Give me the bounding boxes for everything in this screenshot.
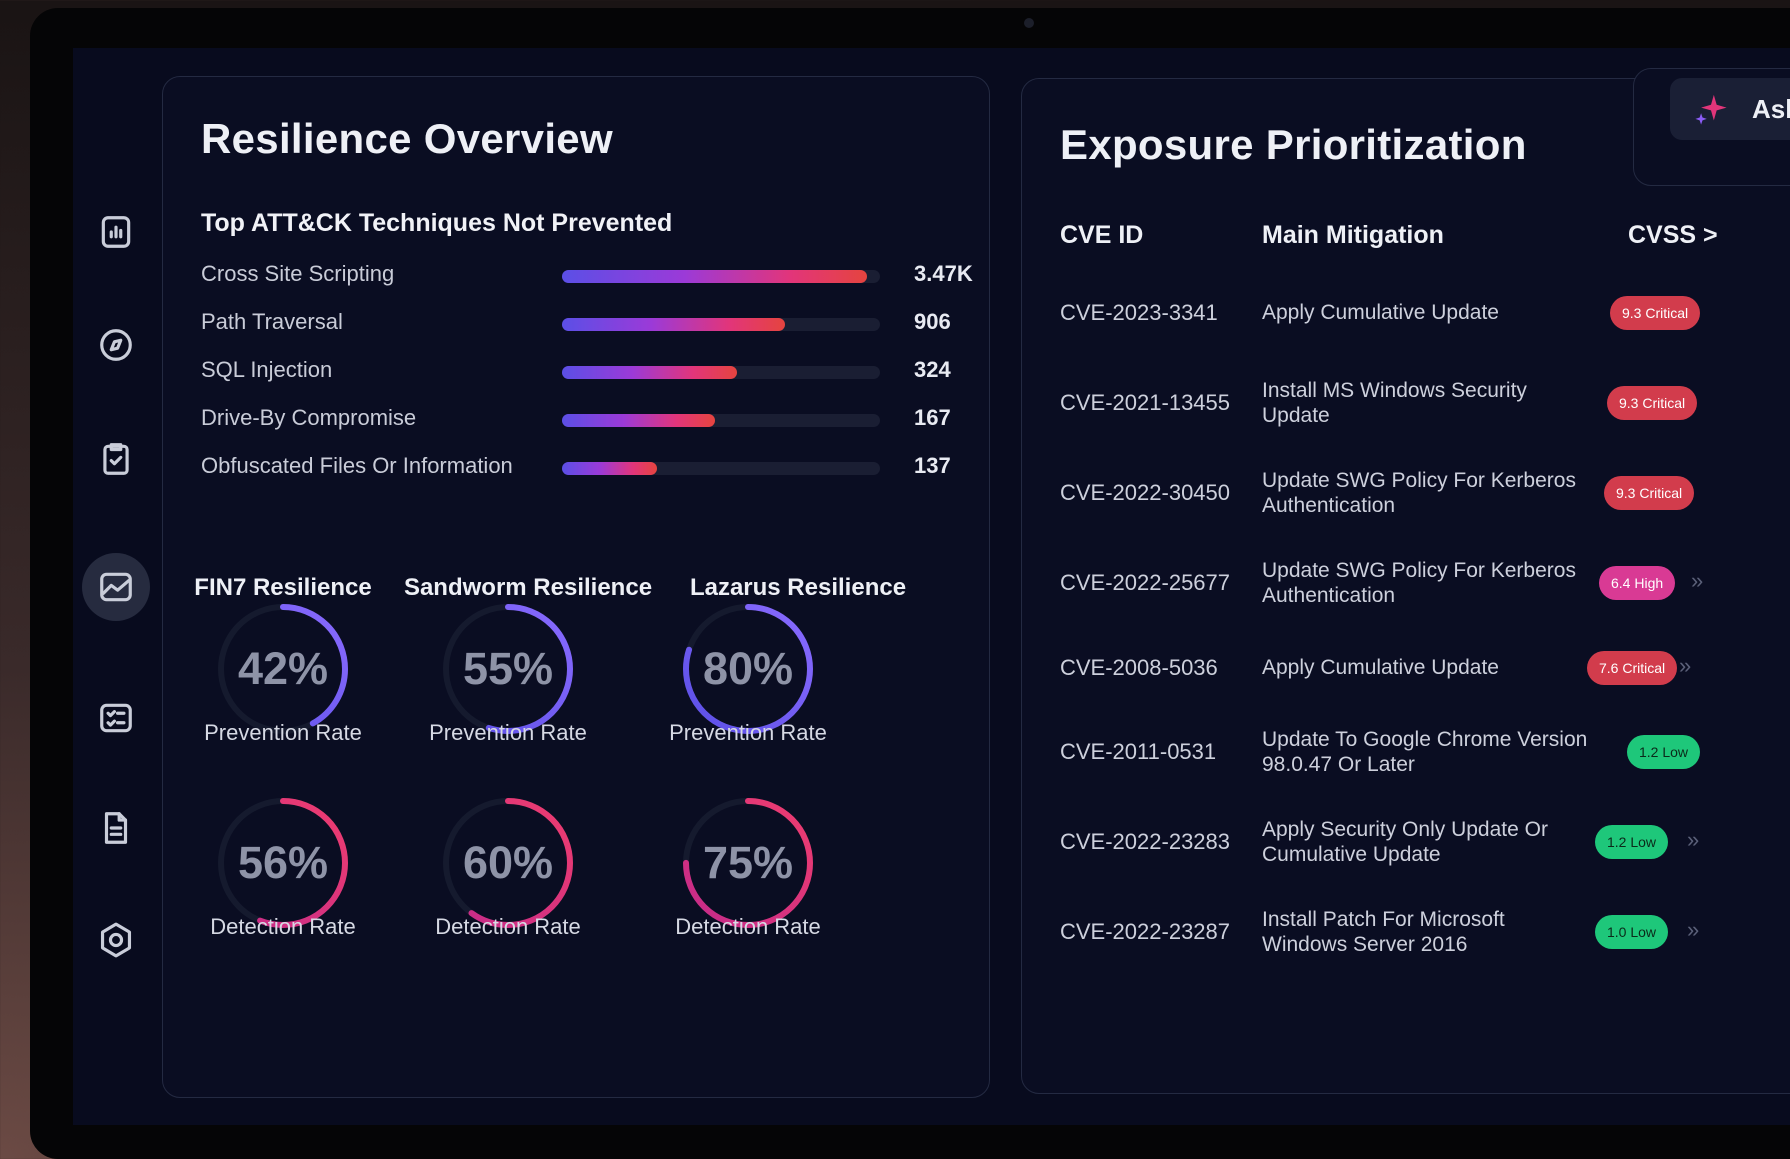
column-cvss[interactable]: CVSS >: [1628, 221, 1718, 250]
technique-label: Cross Site Scripting: [201, 261, 395, 286]
technique-row[interactable]: Obfuscated Files Or Information 137: [201, 447, 981, 487]
prevention-rate-label: Prevention Rate: [204, 720, 362, 745]
cvss-badge[interactable]: 9.3 Critical: [1607, 386, 1698, 420]
resilience-overview-card: Resilience Overview Top ATT&CK Technique…: [162, 76, 990, 1098]
expand-chevron-icon[interactable]: »: [1691, 568, 1703, 594]
prevention-rate-label: Prevention Rate: [429, 720, 587, 745]
mitigation-text: Update To Google Chrome Version 98.0.47 …: [1262, 728, 1588, 776]
camera: [1024, 18, 1034, 28]
cve-id[interactable]: CVE-2022-30450: [1060, 480, 1230, 506]
cve-id[interactable]: CVE-2022-23283: [1060, 829, 1230, 855]
expand-chevron-icon[interactable]: »: [1679, 653, 1691, 679]
technique-bar-track: [562, 414, 880, 427]
sparkle-icon: [1695, 94, 1727, 125]
technique-bar-track: [562, 462, 880, 475]
cvss-badge[interactable]: 6.4 High: [1599, 566, 1676, 600]
mitigation-text: Install MS Windows Security Update: [1262, 379, 1527, 427]
technique-value: 137: [914, 453, 951, 478]
detection-rate-label: Detection Rate: [675, 914, 821, 939]
detection-rate-label: Detection Rate: [435, 914, 581, 939]
technique-bar-track: [562, 366, 880, 379]
cvss-badge[interactable]: 7.6 Critical: [1587, 651, 1678, 685]
document-icon[interactable]: [82, 794, 150, 862]
cvss-badge[interactable]: 9.3 Critical: [1610, 296, 1701, 330]
column-main-mitigation[interactable]: Main Mitigation: [1262, 221, 1444, 250]
bar-chart-icon[interactable]: [82, 198, 150, 266]
ask-label: Ask: [1752, 93, 1790, 124]
cve-id[interactable]: CVE-2011-0531: [1060, 739, 1216, 765]
clipboard-check-icon[interactable]: [82, 425, 150, 493]
app-screen: Resilience Overview Top ATT&CK Technique…: [73, 48, 1790, 1125]
mitigation-text: Install Patch For Microsoft Windows Serv…: [1262, 908, 1505, 956]
mitigation-text: Apply Security Only Update Or Cumulative…: [1262, 818, 1548, 866]
trend-chart-icon[interactable]: [82, 553, 150, 621]
technique-bar-track: [562, 270, 880, 283]
ask-button[interactable]: Ask: [1670, 78, 1790, 140]
exposure-title: Exposure Prioritization: [1060, 121, 1527, 168]
column-cve-id[interactable]: CVE ID: [1060, 221, 1143, 250]
detection-rate-label: Detection Rate: [210, 914, 356, 939]
settings-icon[interactable]: [82, 906, 150, 974]
technique-bar: [562, 270, 868, 283]
technique-value: 167: [914, 405, 951, 430]
technique-value: 3.47K: [914, 261, 973, 286]
sidebar: [73, 48, 173, 1125]
technique-bar-track: [562, 318, 880, 331]
technique-row[interactable]: Path Traversal 906: [201, 303, 981, 343]
technique-bar: [562, 366, 737, 379]
cvss-badge[interactable]: 9.3 Critical: [1604, 476, 1695, 510]
technique-value: 906: [914, 309, 951, 334]
techniques-title: Top ATT&CK Techniques Not Prevented: [201, 209, 673, 237]
technique-row[interactable]: Drive-By Compromise 167: [201, 399, 981, 439]
cvss-badge[interactable]: 1.0 Low: [1595, 915, 1669, 949]
technique-bar: [562, 414, 715, 427]
technique-value: 324: [914, 357, 951, 382]
resilience-title: Resilience Overview: [201, 115, 613, 162]
expand-chevron-icon[interactable]: »: [1687, 917, 1699, 943]
cve-id[interactable]: CVE-2008-5036: [1060, 655, 1218, 681]
technique-bar: [562, 462, 658, 475]
cvss-badge[interactable]: 1.2 Low: [1627, 735, 1701, 769]
cve-id[interactable]: CVE-2021-13455: [1060, 390, 1230, 416]
technique-row[interactable]: Cross Site Scripting 3.47K: [201, 255, 981, 295]
expand-chevron-icon[interactable]: »: [1687, 827, 1699, 853]
cve-id[interactable]: CVE-2022-23287: [1060, 919, 1230, 945]
cve-id[interactable]: CVE-2023-3341: [1060, 300, 1218, 326]
compass-icon[interactable]: [82, 311, 150, 379]
mitigation-text: Update SWG Policy For Kerberos Authentic…: [1262, 469, 1576, 517]
technique-label: Path Traversal: [201, 309, 343, 334]
technique-label: Drive-By Compromise: [201, 405, 417, 430]
mitigation-text: Update SWG Policy For Kerberos Authentic…: [1262, 559, 1576, 607]
cvss-badge[interactable]: 1.2 Low: [1595, 825, 1669, 859]
prevention-rate-label: Prevention Rate: [669, 720, 827, 745]
technique-row[interactable]: SQL Injection 324: [201, 351, 981, 391]
mitigation-text: Apply Cumulative Update: [1262, 656, 1499, 679]
technique-bar: [562, 318, 785, 331]
exposure-prioritization-card: Exposure Prioritization CVE ID Main Miti…: [1021, 78, 1790, 1094]
mitigation-text: Apply Cumulative Update: [1262, 301, 1499, 324]
checklist-icon[interactable]: [82, 684, 150, 752]
technique-label: Obfuscated Files Or Information: [201, 453, 513, 478]
technique-label: SQL Injection: [201, 357, 333, 382]
cve-id[interactable]: CVE-2022-25677: [1060, 570, 1230, 596]
